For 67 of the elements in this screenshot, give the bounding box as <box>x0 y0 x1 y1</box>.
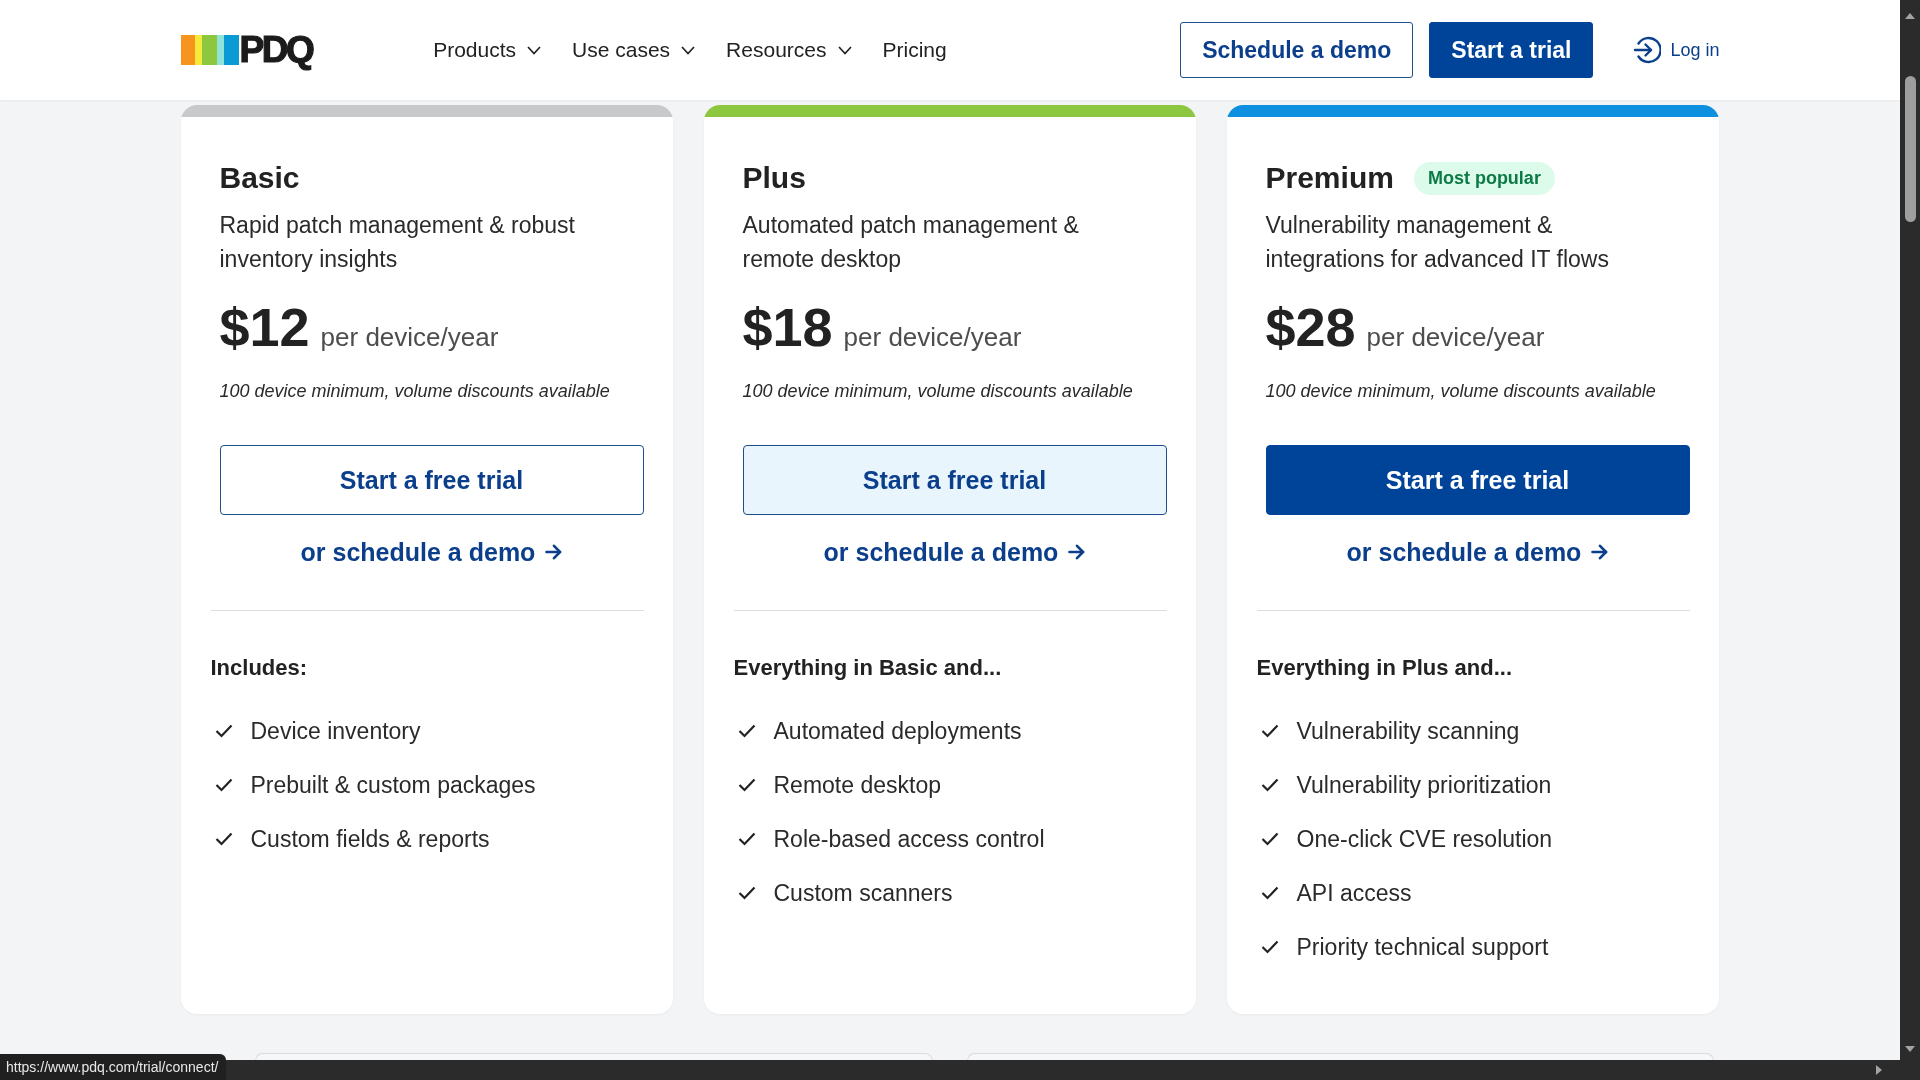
check-icon <box>214 778 233 792</box>
popular-badge: Most popular <box>1413 161 1555 195</box>
pricing-note: 100 device minimum, volume discounts available <box>219 380 611 403</box>
check-icon <box>737 832 756 846</box>
status-url: https://www.pdq.com/trial/connect/ <box>0 1054 227 1080</box>
plan-title: Plus <box>742 161 806 195</box>
feature-text: Device inventory <box>250 717 421 746</box>
price-unit: per device/year <box>843 322 1022 353</box>
arrow-right-icon <box>1591 544 1609 560</box>
scroll-down-icon[interactable] <box>1904 1044 1916 1054</box>
feature-text: One-click CVE resolution <box>1296 825 1553 854</box>
nav-link[interactable]: Products <box>433 37 542 63</box>
check-icon <box>737 778 756 792</box>
plan-description: Rapid patch management & robust inventory insights <box>219 211 576 274</box>
pricing-note: 100 device minimum, volume discounts available <box>742 380 1134 403</box>
features-heading: Everything in Basic and... <box>733 654 1003 682</box>
plan-title: Basic <box>219 161 300 195</box>
trial-button[interactable]: Start a free trial <box>1265 445 1690 515</box>
feature-text: Vulnerability scanning <box>1296 717 1520 746</box>
feature-text: Role-based access control <box>773 825 1045 854</box>
logo-stripes-icon <box>180 35 239 65</box>
price-unit: per device/year <box>320 322 499 353</box>
logo-text: PDQ <box>238 29 314 71</box>
trial-button[interactable]: Start a free trial <box>742 445 1167 515</box>
arrow-right-icon <box>545 544 563 560</box>
check-icon <box>214 832 233 846</box>
pricing-note: 100 device minimum, volume discounts available <box>1265 380 1657 403</box>
scrollbar[interactable] <box>1900 0 1920 1060</box>
feature-text: API access <box>1296 879 1412 908</box>
price: $28 <box>1265 297 1356 357</box>
arrow-right-icon <box>1068 544 1086 560</box>
demo-button[interactable]: Schedule a demo <box>1180 22 1414 78</box>
feature-text: Priority technical support <box>1296 933 1549 962</box>
scrollbar-thumb[interactable] <box>1904 76 1916 222</box>
login-link[interactable]: Log in <box>1633 36 1720 64</box>
check-icon <box>1260 940 1279 954</box>
features-heading: Everything in Plus and... <box>1256 654 1513 682</box>
demo-link[interactable]: or schedule a demo <box>300 537 563 567</box>
plan-title: Premium <box>1265 161 1394 195</box>
nav-link[interactable]: Resources <box>726 37 852 63</box>
check-icon <box>737 724 756 738</box>
feature-text: Vulnerability prioritization <box>1296 771 1552 800</box>
nav-link[interactable]: Use cases <box>572 37 696 63</box>
trial-button[interactable]: Start a free trial <box>219 445 644 515</box>
feature-text: Custom fields & reports <box>250 825 490 854</box>
feature-text: Remote desktop <box>773 771 941 800</box>
check-icon <box>1260 832 1279 846</box>
trial-button[interactable]: Start a trial <box>1429 22 1594 78</box>
price: $12 <box>219 297 310 357</box>
demo-link[interactable]: or schedule a demo <box>823 537 1086 567</box>
price-unit: per device/year <box>1366 322 1545 353</box>
check-icon <box>1260 724 1279 738</box>
check-icon <box>1260 886 1279 900</box>
check-icon <box>214 724 233 738</box>
check-icon <box>1260 778 1279 792</box>
demo-link[interactable]: or schedule a demo <box>1346 537 1609 567</box>
feature-text: Custom scanners <box>773 879 953 908</box>
check-icon <box>737 886 756 900</box>
price: $18 <box>742 297 833 357</box>
logo[interactable]: PDQ <box>180 29 316 71</box>
plan-description: Automated patch management & remote desktop <box>742 211 1080 274</box>
plan-description: Vulnerability management & integrations for advanced IT flows <box>1265 211 1610 274</box>
scroll-up-icon[interactable] <box>1904 11 1916 21</box>
features-heading: Includes: <box>210 654 309 682</box>
feature-text: Prebuilt & custom packages <box>250 771 536 800</box>
feature-text: Automated deployments <box>773 717 1022 746</box>
nav-link[interactable]: Pricing <box>882 37 947 63</box>
